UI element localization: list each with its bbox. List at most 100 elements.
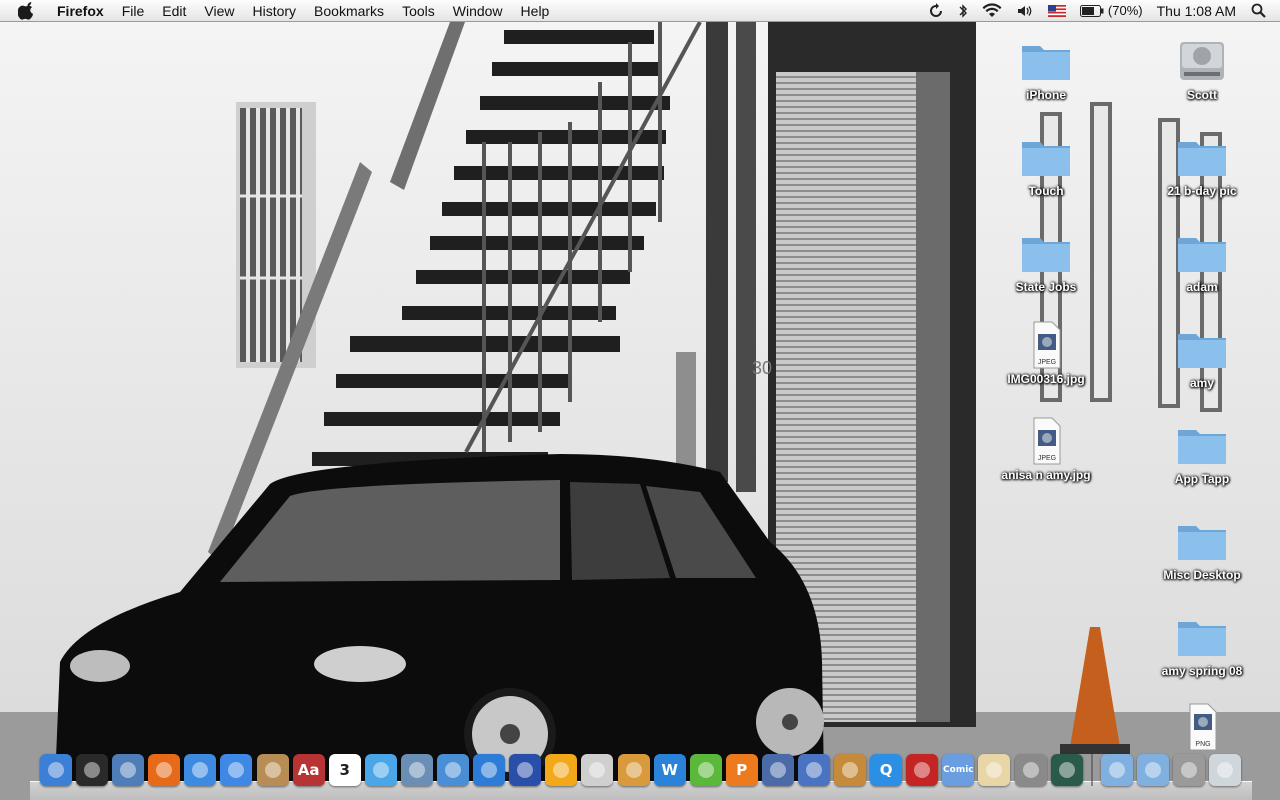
dock-icon-emblem xyxy=(228,762,245,778)
wifi-icon[interactable] xyxy=(975,0,1009,22)
desktop-icon-label: Misc Desktop xyxy=(1163,568,1241,582)
iweb-icon[interactable]: W xyxy=(653,754,686,786)
downloads-stack-icon[interactable] xyxy=(1172,754,1205,786)
apple-logo-icon[interactable] xyxy=(18,1,36,20)
dock-icon-emblem xyxy=(445,762,462,778)
system-preferences-icon[interactable] xyxy=(1014,754,1047,786)
quicktime-icon[interactable]: Q xyxy=(870,754,903,786)
keynote-icon[interactable] xyxy=(797,754,830,786)
desktop-icon-amy[interactable]: amy xyxy=(1147,324,1257,392)
dashboard-icon[interactable] xyxy=(76,754,109,786)
dock-icon-emblem xyxy=(1217,762,1233,778)
desktop-icon-png-file[interactable]: PNG xyxy=(1147,702,1257,752)
menu-bookmarks[interactable]: Bookmarks xyxy=(305,0,393,22)
preview-icon[interactable] xyxy=(834,754,867,786)
ical-icon[interactable]: 3 xyxy=(328,754,361,786)
menu-window[interactable]: Window xyxy=(444,0,512,22)
imovie-icon[interactable] xyxy=(437,754,470,786)
menu-edit[interactable]: Edit xyxy=(153,0,195,22)
us-flag-input-icon[interactable] xyxy=(1041,0,1073,22)
dock: Aa 3 W P Q Comic xyxy=(30,752,1252,800)
ichat-icon[interactable] xyxy=(220,754,253,786)
safari-icon[interactable] xyxy=(184,754,217,786)
trash-icon[interactable] xyxy=(1209,754,1241,786)
folder-icon xyxy=(1022,46,1070,80)
time-machine-sync-icon[interactable] xyxy=(921,0,951,22)
applications-folder-icon[interactable] xyxy=(1100,754,1133,786)
dock-icon-glyph: P xyxy=(736,761,748,779)
desktop-icon-adam[interactable]: adam xyxy=(1147,228,1257,296)
status-menus: (70%) Thu 1:08 AM xyxy=(921,0,1280,22)
menu-history[interactable]: History xyxy=(243,0,305,22)
xcode-icon[interactable] xyxy=(761,754,794,786)
dock-icon-emblem xyxy=(1180,762,1197,778)
menu-tools[interactable]: Tools xyxy=(393,0,444,22)
photo-booth-icon[interactable] xyxy=(906,754,939,786)
dock-separator xyxy=(1090,754,1093,786)
itunes-icon[interactable] xyxy=(364,754,397,786)
desktop-icon-iphone[interactable]: iPhone xyxy=(991,36,1101,104)
orange-p-icon[interactable]: P xyxy=(725,754,758,786)
dock-icon-emblem xyxy=(517,762,534,778)
bluetooth-icon[interactable] xyxy=(951,0,975,22)
desktop-icon-label: Scott xyxy=(1187,88,1217,102)
script-editor-icon[interactable] xyxy=(978,754,1011,786)
documents-folder-icon[interactable] xyxy=(1136,754,1169,786)
dock-icon-emblem xyxy=(805,762,822,778)
dashcode-icon[interactable] xyxy=(509,754,542,786)
dock-icon-emblem xyxy=(120,762,137,778)
hard-drive-icon xyxy=(1180,42,1224,80)
dock-icon-emblem xyxy=(1058,762,1075,778)
dock-icon-emblem xyxy=(842,762,859,778)
time-machine-icon[interactable] xyxy=(1050,754,1083,786)
mail-stamp-icon[interactable] xyxy=(112,754,145,786)
dictionary-icon[interactable]: Aa xyxy=(292,754,325,786)
logo-green-icon[interactable] xyxy=(689,754,722,786)
camera-icon[interactable] xyxy=(581,754,614,786)
desktop-icon-amy-spring-08[interactable]: amy spring 08 xyxy=(1147,612,1257,680)
desktop-icon-scott[interactable]: Scott xyxy=(1147,36,1257,104)
menu-bar: Firefox File Edit View History Bookmarks… xyxy=(0,0,1280,22)
jpeg-file-icon: JPEG xyxy=(1033,321,1061,369)
finder-icon[interactable] xyxy=(40,754,72,786)
comic-life-icon[interactable]: Comic xyxy=(942,754,975,786)
firefox-icon[interactable] xyxy=(148,754,181,786)
dock-icon-emblem xyxy=(156,762,173,778)
menu-file[interactable]: File xyxy=(113,0,154,22)
garageband-icon[interactable] xyxy=(617,754,650,786)
desktop-icon-state-jobs[interactable]: State Jobs xyxy=(991,228,1101,296)
dock-icon-glyph: 3 xyxy=(339,761,350,779)
dock-icon-emblem xyxy=(769,762,786,778)
dock-items: Aa 3 W P Q Comic xyxy=(40,754,1245,786)
desktop-icon-anisa-n-amy[interactable]: JPEG anisa n amy.jpg xyxy=(991,416,1101,484)
folder-icon xyxy=(1022,238,1070,272)
dock-icon-emblem xyxy=(1144,762,1161,778)
dock-icon-emblem xyxy=(48,762,64,778)
battery-percent: (70%) xyxy=(1107,3,1143,18)
iphoto-icon[interactable] xyxy=(400,754,433,786)
jpeg-file-icon: JPEG xyxy=(1033,417,1061,465)
desktop-icon-app-tapp[interactable]: App Tapp xyxy=(1147,420,1257,488)
spotlight-search-icon[interactable] xyxy=(1243,0,1280,22)
dock-icon-emblem xyxy=(553,762,570,778)
menu-view[interactable]: View xyxy=(195,0,243,22)
volume-icon[interactable] xyxy=(1009,0,1041,22)
desktop-icon-label: State Jobs xyxy=(1015,280,1077,294)
battery-status[interactable]: (70%) xyxy=(1073,0,1150,22)
idvd-icon[interactable] xyxy=(473,754,506,786)
desktop-icon-img00316[interactable]: JPEG IMG00316.jpg xyxy=(991,320,1101,388)
menu-help[interactable]: Help xyxy=(512,0,559,22)
folder-icon xyxy=(1178,430,1226,464)
desktop-icon-touch[interactable]: Touch xyxy=(991,132,1101,200)
menu-clock[interactable]: Thu 1:08 AM xyxy=(1150,0,1243,22)
address-book-icon[interactable] xyxy=(256,754,289,786)
dock-icon-emblem xyxy=(1108,762,1125,778)
app-menu-firefox[interactable]: Firefox xyxy=(48,0,113,22)
desktop-icon-label: iPhone xyxy=(1025,88,1066,102)
desktop-icon-21-bday-pic[interactable]: 21 b-day pic xyxy=(1147,132,1257,200)
folder-icon xyxy=(1178,622,1226,656)
caution-sign-icon[interactable] xyxy=(545,754,578,786)
desktop-icon-misc-desktop[interactable]: Misc Desktop xyxy=(1147,516,1257,584)
desktop-icon-label: anisa n amy.jpg xyxy=(1001,468,1091,482)
desktop-icon-label: Touch xyxy=(1028,184,1064,198)
